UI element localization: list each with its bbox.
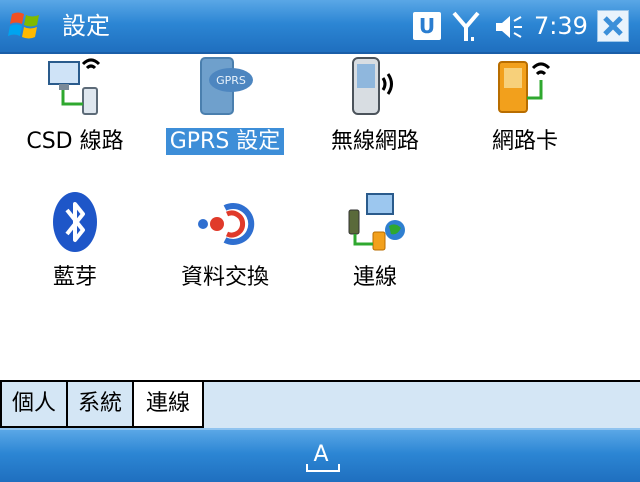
item-label: GPRS 設定 xyxy=(165,128,285,155)
item-gprs-settings[interactable]: GPRS GPRS 設定 xyxy=(150,54,300,174)
bluetooth-icon xyxy=(53,192,97,252)
item-label: 無線網路 xyxy=(330,129,419,154)
item-label: CSD 線路 xyxy=(26,129,124,154)
keyboard-input-button[interactable]: A xyxy=(304,442,340,474)
item-beam[interactable]: 資料交換 xyxy=(150,190,300,310)
wireless-network-icon xyxy=(352,57,393,115)
item-csd-line[interactable]: CSD 線路 xyxy=(0,54,150,174)
clock[interactable]: 7:39 xyxy=(534,11,588,41)
windows-start-icon[interactable] xyxy=(6,8,46,44)
keyboard-input-icon xyxy=(306,464,340,472)
item-bluetooth[interactable]: 藍芽 xyxy=(0,190,150,310)
tab-connections[interactable]: 連線 xyxy=(132,382,204,428)
csd-line-icon xyxy=(48,58,101,115)
volume-icon[interactable] xyxy=(494,12,524,42)
beam-icon xyxy=(198,203,255,245)
item-connections[interactable]: 連線 xyxy=(300,190,450,310)
signal-icon[interactable] xyxy=(451,9,481,45)
tab-bar: 個人 系統 連線 xyxy=(0,380,640,430)
item-label: 藍芽 xyxy=(52,265,97,290)
item-network-card[interactable]: 網路卡 xyxy=(450,54,600,174)
gprs-icon: GPRS xyxy=(200,57,253,115)
title-bar: 設定 U 7:39 xyxy=(0,0,640,54)
close-icon xyxy=(603,16,623,36)
tab-personal[interactable]: 個人 xyxy=(0,380,68,428)
network-card-icon xyxy=(498,61,551,113)
bottom-bar: A xyxy=(0,428,640,482)
svg-text:GPRS: GPRS xyxy=(216,74,246,87)
tab-system[interactable]: 系統 xyxy=(66,380,134,428)
item-label: 連線 xyxy=(352,265,397,290)
item-wireless-network[interactable]: 無線網路 xyxy=(300,54,450,174)
close-button[interactable] xyxy=(597,10,629,42)
u-indicator-icon[interactable]: U xyxy=(413,12,441,40)
connections-icon xyxy=(348,193,405,251)
item-label: 網路卡 xyxy=(491,129,558,154)
item-label: 資料交換 xyxy=(180,265,269,290)
page-title: 設定 xyxy=(62,12,110,40)
